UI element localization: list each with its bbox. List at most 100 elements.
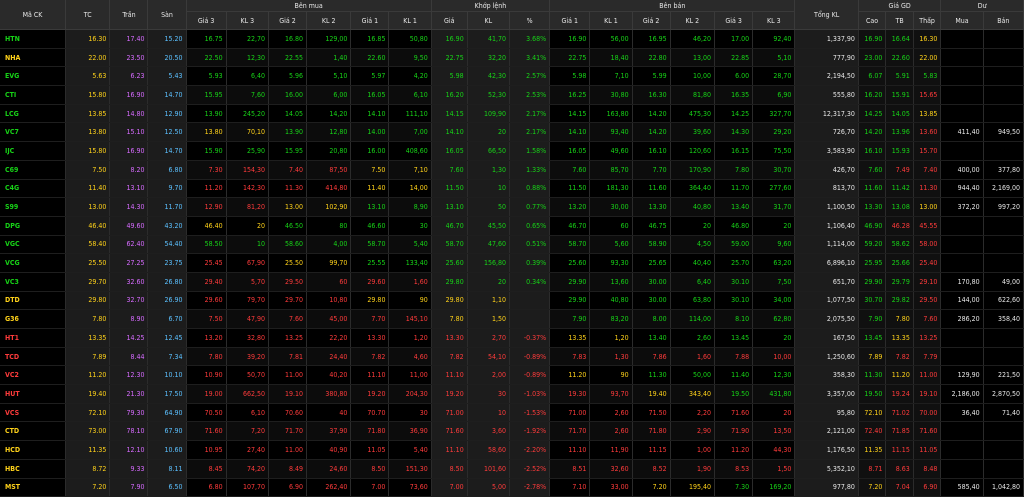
col-header-bid-5[interactable]: KL 1 [388, 11, 432, 30]
symbol-cell[interactable]: HCD [0, 440, 67, 460]
symbol-cell[interactable]: VGC [0, 235, 67, 255]
table-row[interactable]: HCD 11.35 12.10 10.60 10.95 27,40 11.00 40,90 11… [0, 440, 1024, 460]
table-row[interactable]: VC2 11.20 12.30 10.10 10.90 50,70 11.00 40,20 11… [0, 365, 1024, 386]
ref-price-cell: 11.40 [65, 179, 111, 199]
symbol-cell[interactable]: HTN [0, 29, 67, 49]
table-row[interactable]: S99 13.00 14.30 11.70 12.90 81,20 13.00 102,90 1… [0, 197, 1024, 217]
col-header-bid-2[interactable]: Giá 2 [268, 11, 308, 30]
bid-price-cell: 12.90 [186, 197, 227, 217]
trade-price-cell: 58.62 [885, 235, 914, 255]
symbol-cell[interactable]: VCS [0, 403, 67, 423]
ask-volume-cell: 277,60 [752, 179, 796, 199]
ask-volume-cell: 18,40 [589, 48, 633, 68]
symbol-cell[interactable]: MST [0, 478, 67, 497]
surplus-sell-cell [983, 216, 1024, 236]
bid-price-cell: 10.90 [186, 365, 227, 386]
ceiling-price-cell: 6.23 [109, 66, 149, 87]
col-header-trade-1[interactable]: TB [885, 11, 914, 30]
symbol-cell[interactable]: VC7 [0, 122, 67, 143]
col-header-ceiling[interactable]: Trần [109, 0, 149, 30]
floor-price-cell: 12.90 [147, 104, 187, 124]
table-row[interactable]: VC7 13.80 15.10 12.50 13.80 70,10 13.90 12,80 14… [0, 122, 1024, 143]
table-row[interactable]: CTI 15.80 16.90 14.70 15.95 7,60 16.00 6,00 16.0… [0, 85, 1024, 105]
symbol-cell[interactable]: DTD [0, 291, 67, 311]
col-header-ask-1[interactable]: KL 1 [589, 11, 633, 30]
table-row[interactable]: C69 7.50 8.20 6.80 7.30 154,30 7.40 87,50 7.50 7,… [0, 160, 1024, 180]
col-header-match-1[interactable]: KL [467, 11, 510, 30]
col-header-surplus-1[interactable]: Bán [983, 11, 1024, 30]
col-header-ref[interactable]: TC [65, 0, 111, 30]
ask-price-cell: 13.35 [549, 328, 591, 348]
table-row[interactable]: VCG 25.50 27.25 23.75 25.45 67,90 25.50 99,70 25… [0, 253, 1024, 273]
table-row[interactable]: TCD 7.89 8.44 7.34 7.80 39,20 7.81 24,40 7.82 4,6… [0, 347, 1024, 367]
col-header-total-volume[interactable]: Tổng KL [794, 0, 859, 30]
symbol-cell[interactable]: NHA [0, 48, 67, 68]
symbol-cell[interactable]: DPG [0, 216, 67, 236]
table-row[interactable]: EVG 5.63 6.23 5.43 5.93 6,40 5.96 5,10 5.97 4,20 5… [0, 66, 1024, 87]
bid-volume-cell: 30 [388, 216, 432, 236]
bid-price-cell: 11.20 [186, 179, 227, 199]
trade-price-cell: 13.08 [885, 197, 914, 217]
trade-price-cell: 8.48 [913, 459, 942, 479]
col-header-match-0[interactable]: Giá [431, 11, 468, 30]
symbol-cell[interactable]: HUT [0, 384, 67, 404]
symbol-cell[interactable]: VCG [0, 253, 67, 273]
surplus-buy-cell: 144,00 [940, 291, 984, 311]
table-row[interactable]: C4G 11.40 13.10 9.70 11.20 142,30 11.30 414,80 1… [0, 179, 1024, 199]
col-header-bid-3[interactable]: KL 2 [306, 11, 352, 30]
col-header-trade-0[interactable]: Cao [858, 11, 887, 30]
col-header-trade-2[interactable]: Thấp [913, 11, 942, 30]
table-row[interactable]: HBC 8.72 9.33 8.11 8.45 74,20 8.49 24,60 8.50 151… [0, 459, 1024, 479]
col-header-surplus-0[interactable]: Mua [940, 11, 984, 30]
table-row[interactable]: LCG 13.85 14.80 12.90 13.90 245,20 14.05 14,20 1… [0, 104, 1024, 124]
bid-volume-cell: 39,20 [226, 347, 269, 367]
group-header-bid: Bên mua [186, 0, 432, 12]
symbol-cell[interactable]: C69 [0, 160, 67, 180]
col-header-bid-1[interactable]: KL 3 [226, 11, 269, 30]
symbol-cell[interactable]: VC2 [0, 365, 67, 386]
table-row[interactable]: VCS 72.10 79.30 64.90 70.50 6,10 70.60 40 70.70 3… [0, 403, 1024, 423]
symbol-cell[interactable]: EVG [0, 66, 67, 87]
symbol-cell[interactable]: HT1 [0, 328, 67, 348]
table-row[interactable]: IJC 15.80 16.90 14.70 15.90 25,90 15.95 20,80 16… [0, 141, 1024, 161]
col-header-match-2[interactable]: % [509, 11, 551, 30]
table-row[interactable]: CTD 73.00 78.10 67.90 71.60 7,20 71.70 37,90 71.… [0, 421, 1024, 442]
symbol-cell[interactable]: IJC [0, 141, 67, 161]
col-header-symbol[interactable]: Mã CK [0, 0, 67, 30]
symbol-cell[interactable]: HBC [0, 459, 67, 479]
table-row[interactable]: MST 7.20 7.90 6.50 6.80 107,70 6.90 262,40 7.00 7… [0, 478, 1024, 497]
col-header-floor[interactable]: Sàn [147, 0, 187, 30]
table-row[interactable]: DPG 46.40 49.60 43.20 46.40 20 46.50 80 46.60 30 4… [0, 216, 1024, 236]
ask-volume-cell: 30,80 [589, 85, 633, 105]
ask-price-cell: 14.25 [714, 104, 754, 124]
symbol-cell[interactable]: S99 [0, 197, 67, 217]
col-header-ask-5[interactable]: KL 3 [752, 11, 796, 30]
table-row[interactable]: HT1 13.35 14.25 12.45 13.20 32,80 13.25 22,20 13… [0, 328, 1024, 348]
trade-price-cell: 58.00 [913, 235, 942, 255]
col-header-bid-4[interactable]: Giá 1 [350, 11, 390, 30]
col-header-ask-2[interactable]: Giá 2 [632, 11, 671, 30]
col-header-bid-0[interactable]: Giá 3 [186, 11, 227, 30]
symbol-cell[interactable]: G36 [0, 309, 67, 329]
trade-price-cell: 11.20 [885, 365, 914, 386]
col-header-ask-0[interactable]: Giá 1 [549, 11, 591, 30]
symbol-cell[interactable]: VC3 [0, 272, 67, 292]
table-row[interactable]: VGC 58.40 62.40 54.40 58.50 10 58.60 4,00 58.70 5… [0, 235, 1024, 255]
bid-volume-cell: 74,20 [226, 459, 269, 479]
symbol-cell[interactable]: C4G [0, 179, 67, 199]
bid-volume-cell: 12,30 [226, 48, 269, 68]
table-row[interactable]: G36 7.80 8.90 6.70 7.50 47,90 7.60 45,00 7.70 145… [0, 309, 1024, 329]
symbol-cell[interactable]: TCD [0, 347, 67, 367]
table-row[interactable]: DTD 29.80 32.70 26.90 29.60 79,70 29.70 10,80 29… [0, 291, 1024, 311]
symbol-cell[interactable]: CTD [0, 421, 67, 442]
symbol-cell[interactable]: CTI [0, 85, 67, 105]
col-header-ask-4[interactable]: Giá 3 [714, 11, 754, 30]
table-row[interactable]: HTN 16.30 17.40 15.20 16.75 22,70 16.80 129,00 1… [0, 29, 1024, 49]
table-row[interactable]: VC3 29.70 32.60 26.80 29.40 5,70 29.50 60 29.60 1… [0, 272, 1024, 292]
col-header-ask-3[interactable]: KL 2 [670, 11, 716, 30]
ceiling-price-cell: 9.33 [109, 459, 149, 479]
symbol-cell[interactable]: LCG [0, 104, 67, 124]
ask-price-cell: 16.15 [714, 141, 754, 161]
table-row[interactable]: HUT 19.40 21.30 17.50 19.00 662,50 19.10 380,80… [0, 384, 1024, 404]
table-row[interactable]: NHA 22.00 23.50 20.50 22.50 12,30 22.55 1,40 22.… [0, 48, 1024, 68]
